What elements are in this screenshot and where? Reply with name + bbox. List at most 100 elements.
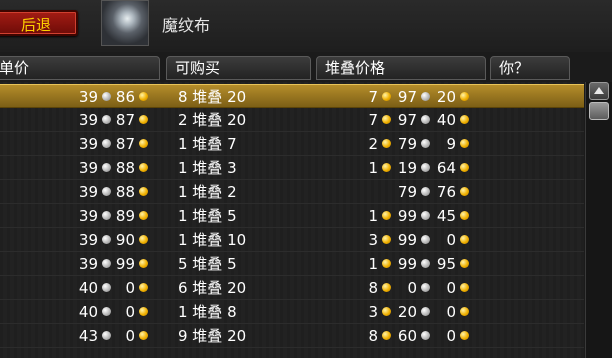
column-header-unit-price[interactable]: 单价: [0, 56, 160, 80]
buyable-cell: 8 堆叠 20: [178, 88, 247, 106]
table-row[interactable]: 40 0 1 堆叠 8 3 20 0: [0, 300, 584, 324]
price-value: 90: [115, 231, 135, 249]
price-value: 39: [78, 207, 98, 225]
stack-price-cell: 2 79 9: [352, 132, 471, 156]
price-value: 40: [78, 303, 98, 321]
silver-coin-icon: [421, 211, 430, 220]
silver-coin-icon: [102, 139, 111, 148]
table-row[interactable]: 39 90 1 堆叠 10 3 99 0: [0, 228, 584, 252]
column-header-yours[interactable]: 你？: [490, 56, 570, 80]
stack-price-cell: 3 99 0: [352, 228, 471, 252]
silver-coin-icon: [421, 331, 430, 340]
gold-coin-icon: [382, 163, 391, 172]
table-row[interactable]: 39 89 1 堆叠 5 1 99 45: [0, 204, 584, 228]
stack-price-cell: 1 19 64: [352, 156, 471, 180]
unit-price-cell: 39 88: [70, 180, 150, 204]
price-value: 89: [115, 207, 135, 225]
price-value: 2: [368, 135, 378, 153]
top-bar: 后退 魔纹布: [0, 0, 612, 52]
gold-coin-icon: [460, 307, 469, 316]
stack-price-cell: 1 99 95: [352, 252, 471, 276]
buyable-cell: 9 堆叠 20: [178, 327, 247, 345]
unit-price-cell: 39 88: [70, 156, 150, 180]
scroll-up-icon[interactable]: [589, 82, 609, 100]
table-row[interactable]: 39 87 2 堆叠 20 7 97 40: [0, 108, 584, 132]
buyable-cell: 5 堆叠 5: [178, 255, 237, 273]
gold-coin-icon: [139, 187, 148, 196]
table-row[interactable]: 39 99 5 堆叠 5 1 99 95: [0, 252, 584, 276]
column-header-stack-price[interactable]: 堆叠价格: [316, 56, 486, 80]
price-value: 0: [407, 279, 417, 297]
silver-coin-icon: [102, 331, 111, 340]
buyable-cell: 1 堆叠 5: [178, 207, 237, 225]
table-row[interactable]: 39 88 1 堆叠 2 79 76: [0, 180, 584, 204]
gold-coin-icon: [139, 115, 148, 124]
table-row[interactable]: 39 86 8 堆叠 20 7 97 20: [0, 84, 584, 108]
gold-coin-icon: [382, 331, 391, 340]
stack-price-cell: 8 0 0: [352, 276, 471, 300]
unit-price-cell: 39 86: [70, 85, 150, 109]
silver-coin-icon: [421, 235, 430, 244]
gold-coin-icon: [460, 283, 469, 292]
gold-coin-icon: [460, 187, 469, 196]
price-value: 0: [125, 303, 135, 321]
price-value: 88: [115, 183, 135, 201]
table-row[interactable]: 43 0 9 堆叠 20 8 60 0: [0, 324, 584, 348]
silver-coin-icon: [102, 259, 111, 268]
gold-coin-icon: [460, 163, 469, 172]
gold-coin-icon: [139, 331, 148, 340]
price-value: 1: [368, 255, 378, 273]
price-value: 97: [397, 111, 417, 129]
silver-coin-icon: [102, 92, 111, 101]
price-value: 20: [436, 88, 456, 106]
price-value: 39: [78, 183, 98, 201]
gold-coin-icon: [382, 259, 391, 268]
gold-coin-icon: [460, 92, 469, 101]
column-header: 单价 可购买 堆叠价格 你？: [0, 56, 612, 82]
price-value: 97: [397, 88, 417, 106]
back-button[interactable]: 后退: [0, 10, 78, 36]
scroll-thumb[interactable]: [589, 102, 609, 120]
gold-coin-icon: [382, 139, 391, 148]
stack-price-cell: 7 97 20: [352, 85, 471, 109]
price-value: 39: [78, 255, 98, 273]
price-value: 19: [397, 159, 417, 177]
table-row[interactable]: 39 87 1 堆叠 7 2 79 9: [0, 132, 584, 156]
gold-coin-icon: [460, 115, 469, 124]
scrollbar[interactable]: [585, 82, 612, 358]
price-value: 39: [78, 135, 98, 153]
silver-coin-icon: [421, 307, 430, 316]
unit-price-cell: 39 99: [70, 252, 150, 276]
price-value: 7: [368, 111, 378, 129]
gold-coin-icon: [460, 331, 469, 340]
silver-coin-icon: [102, 163, 111, 172]
price-value: 0: [446, 231, 456, 249]
silver-coin-icon: [102, 187, 111, 196]
unit-price-cell: 39 87: [70, 132, 150, 156]
price-value: 99: [397, 231, 417, 249]
price-value: 79: [397, 183, 417, 201]
price-value: 1: [368, 207, 378, 225]
gold-coin-icon: [460, 211, 469, 220]
stack-price-cell: 79 76: [352, 180, 471, 204]
stack-price-cell: 7 97 40: [352, 108, 471, 132]
cloth-icon[interactable]: [101, 0, 149, 46]
column-header-buyable[interactable]: 可购买: [166, 56, 311, 80]
table-row[interactable]: 40 0 6 堆叠 20 8 0 0: [0, 276, 584, 300]
price-value: 99: [397, 207, 417, 225]
silver-coin-icon: [102, 283, 111, 292]
table-row[interactable]: 39 88 1 堆叠 3 1 19 64: [0, 156, 584, 180]
price-value: 1: [368, 159, 378, 177]
gold-coin-icon: [139, 139, 148, 148]
unit-price-cell: 40 0: [70, 276, 150, 300]
price-value: 0: [446, 303, 456, 321]
price-value: 20: [397, 303, 417, 321]
price-value: 0: [446, 279, 456, 297]
buyable-cell: 2 堆叠 20: [178, 111, 247, 129]
unit-price-cell: 43 0: [70, 324, 150, 348]
unit-price-cell: 39 89: [70, 204, 150, 228]
gold-coin-icon: [382, 115, 391, 124]
gold-coin-icon: [382, 92, 391, 101]
gold-coin-icon: [139, 259, 148, 268]
gold-coin-icon: [460, 139, 469, 148]
